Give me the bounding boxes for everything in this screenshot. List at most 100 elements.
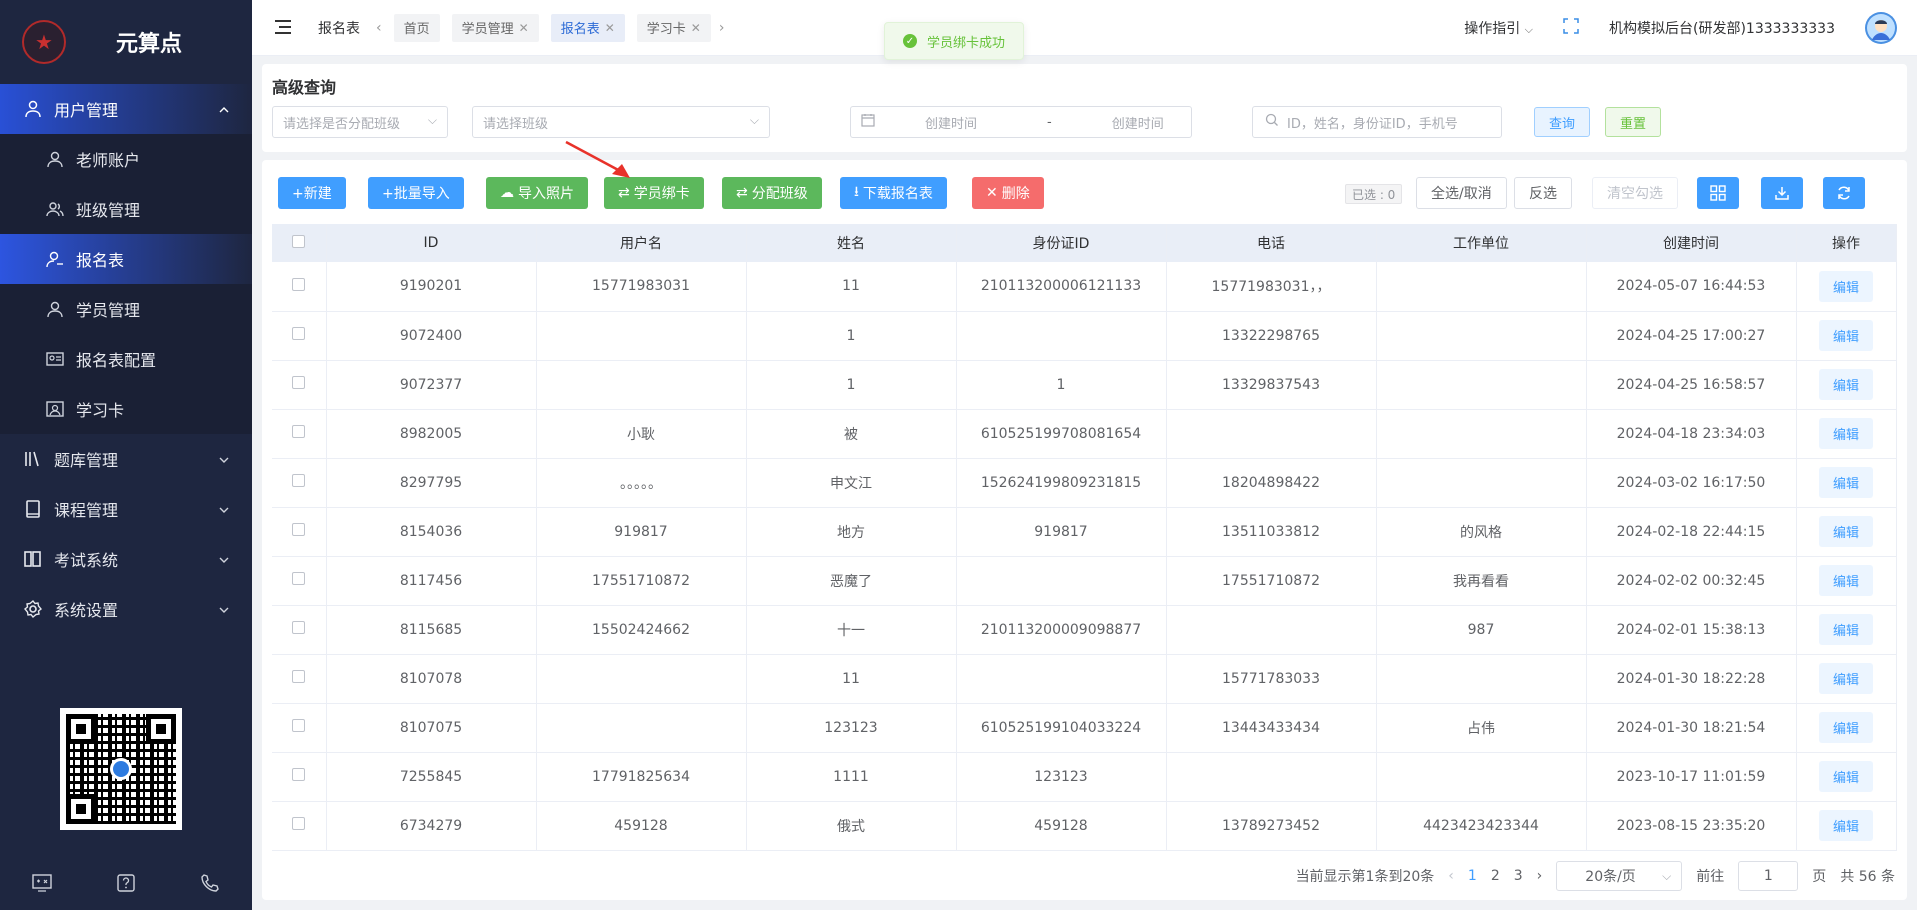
page-button[interactable]: 3 (1514, 868, 1523, 884)
row-checkbox-cell[interactable] (272, 360, 327, 410)
edit-button[interactable]: 编辑 (1818, 761, 1873, 792)
row-checkbox-cell[interactable] (272, 409, 327, 459)
users-icon (22, 98, 44, 120)
page-button[interactable]: 2 (1491, 868, 1500, 884)
select-all-checkbox-cell[interactable] (272, 224, 327, 262)
edit-button[interactable]: 编辑 (1818, 810, 1873, 841)
row-checkbox[interactable] (292, 670, 306, 683)
delete-button[interactable]: ✕ 删除 (972, 177, 1044, 209)
date-start-input[interactable]: 创建时间 (925, 113, 977, 132)
goto-page-input[interactable]: 1 (1738, 861, 1799, 891)
date-end-input[interactable]: 创建时间 (1112, 113, 1164, 132)
new-button[interactable]: +新建 (278, 177, 346, 209)
edit-button[interactable]: 编辑 (1818, 614, 1873, 645)
edit-button[interactable]: 编辑 (1818, 663, 1873, 694)
edit-button[interactable]: 编辑 (1818, 418, 1873, 449)
assign-class-button[interactable]: ⇄ 分配班级 (722, 177, 822, 209)
created-time-range-picker[interactable]: 创建时间 - 创建时间 (850, 106, 1192, 138)
row-checkbox[interactable] (292, 817, 306, 830)
avatar[interactable] (1865, 12, 1897, 44)
row-checkbox[interactable] (292, 425, 306, 438)
edit-button[interactable]: 编辑 (1818, 565, 1873, 596)
row-checkbox[interactable] (292, 376, 306, 389)
batch-import-button[interactable]: +批量导入 (368, 177, 464, 209)
page-button[interactable]: 1 (1468, 868, 1477, 884)
toggle-select-all-button[interactable]: 全选/取消 (1416, 177, 1507, 209)
fullscreen-icon[interactable] (1563, 18, 1579, 38)
chevron-left-icon[interactable]: ‹ (376, 20, 382, 36)
class-select[interactable]: 请选择班级 ⌵ (472, 106, 770, 138)
sidebar-item-registration-config[interactable]: 报名表配置 (0, 334, 252, 384)
sidebar-item-registration-form[interactable]: 报名表 (0, 234, 252, 284)
menu-toggle-icon[interactable] (274, 16, 292, 40)
table-cell: 占伟 (1376, 703, 1587, 753)
sidebar-group-user-management[interactable]: 用户管理 (0, 84, 252, 134)
phone-icon[interactable] (200, 873, 220, 898)
tab-study-card[interactable]: 学习卡 ✕ (636, 13, 711, 42)
sidebar-item-teacher-accounts[interactable]: 老师账户 (0, 134, 252, 184)
close-icon[interactable]: ✕ (691, 21, 701, 35)
sidebar-group-label: 课程管理 (54, 501, 119, 520)
calendar-icon (861, 113, 875, 131)
row-checkbox[interactable] (292, 474, 306, 487)
assigned-class-select[interactable]: 请选择是否分配班级 ⌵ (272, 106, 448, 138)
row-checkbox-cell[interactable] (272, 262, 327, 312)
help-icon[interactable] (116, 873, 136, 898)
edit-button[interactable]: 编辑 (1818, 467, 1873, 498)
export-icon[interactable] (1761, 177, 1803, 209)
clear-selection-button[interactable]: 清空勾选 (1592, 177, 1678, 209)
guide-dropdown[interactable]: 操作指引 ⌵ (1464, 18, 1533, 38)
invert-selection-button[interactable]: 反选 (1514, 177, 1572, 209)
row-checkbox-cell[interactable] (272, 703, 327, 753)
tab-registration-form[interactable]: 报名表 ✕ (550, 13, 625, 42)
calculator-icon[interactable] (32, 873, 52, 897)
keyword-search-input[interactable]: ID，姓名，身份证ID，手机号 (1252, 106, 1502, 138)
row-checkbox[interactable] (292, 277, 306, 291)
chevron-right-icon[interactable]: › (1537, 868, 1543, 884)
grid-view-icon[interactable] (1697, 177, 1739, 209)
chevron-right-icon[interactable]: › (719, 20, 725, 36)
tab-student-management[interactable]: 学员管理 ✕ (451, 13, 539, 42)
edit-button[interactable]: 编辑 (1818, 320, 1873, 351)
row-checkbox[interactable] (292, 719, 306, 732)
reset-button[interactable]: 重置 (1605, 107, 1662, 137)
row-checkbox-cell[interactable] (272, 654, 327, 704)
sidebar-item-study-card[interactable]: 学习卡 (0, 384, 252, 434)
row-checkbox[interactable] (292, 572, 306, 585)
row-checkbox[interactable] (292, 621, 306, 634)
row-checkbox-cell[interactable] (272, 556, 327, 606)
row-checkbox-cell[interactable] (272, 801, 327, 851)
page-size-select[interactable]: 20条/页 ⌵ (1556, 861, 1683, 891)
edit-button[interactable]: 编辑 (1818, 369, 1873, 400)
row-checkbox[interactable] (292, 327, 306, 340)
action-cell: 编辑 (1796, 654, 1897, 704)
row-checkbox-cell[interactable] (272, 458, 327, 508)
sidebar-item-label: 报名表 (76, 251, 125, 270)
edit-button[interactable]: 编辑 (1818, 270, 1873, 302)
row-checkbox-cell[interactable] (272, 752, 327, 802)
row-checkbox-cell[interactable] (272, 311, 327, 361)
sidebar-group-exam-system[interactable]: 考试系统 (0, 534, 252, 584)
tab-home[interactable]: 首页 (393, 13, 440, 42)
sidebar-item-class-management[interactable]: 班级管理 (0, 184, 252, 234)
close-icon[interactable]: ✕ (605, 21, 615, 35)
row-checkbox[interactable] (292, 768, 306, 781)
sidebar-group-course-management[interactable]: 课程管理 (0, 484, 252, 534)
select-all-checkbox[interactable] (292, 234, 306, 248)
row-checkbox-cell[interactable] (272, 605, 327, 655)
sidebar-group-system-settings[interactable]: 系统设置 (0, 584, 252, 634)
table-cell (1376, 752, 1587, 802)
edit-button[interactable]: 编辑 (1818, 516, 1873, 547)
query-button[interactable]: 查询 (1534, 107, 1591, 137)
sidebar-group-question-bank[interactable]: 题库管理 (0, 434, 252, 484)
table-cell: 17551710872 (536, 556, 747, 606)
refresh-icon[interactable] (1823, 177, 1865, 209)
close-icon[interactable]: ✕ (519, 21, 529, 35)
page-size-value: 20条/页 (1585, 869, 1636, 885)
sidebar-item-student-management[interactable]: 学员管理 (0, 284, 252, 334)
row-checkbox-cell[interactable] (272, 507, 327, 557)
download-form-button[interactable]: ⭳ 下载报名表 (840, 177, 947, 209)
edit-button[interactable]: 编辑 (1818, 712, 1873, 743)
chevron-left-icon[interactable]: ‹ (1448, 868, 1454, 884)
row-checkbox[interactable] (292, 523, 306, 536)
